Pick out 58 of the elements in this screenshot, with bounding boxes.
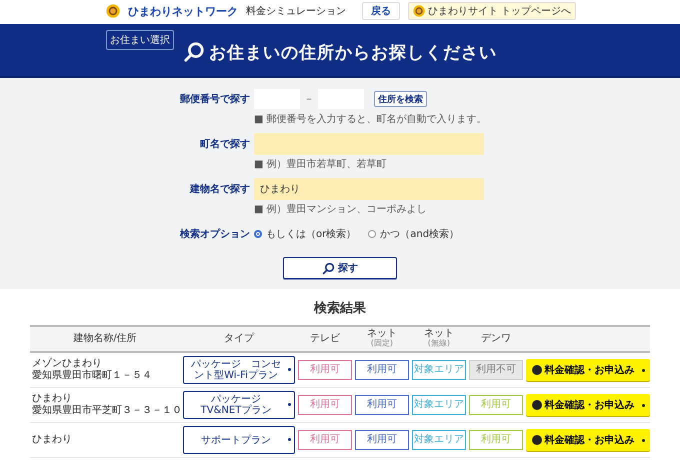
field-label: 建物名で探す <box>190 182 250 196</box>
back-button[interactable]: 戻る <box>362 2 400 20</box>
availability-badge: 利用可 <box>298 430 352 450</box>
availability-badge: 利用可 <box>469 395 523 415</box>
availability-badge: 利用可 <box>469 430 523 450</box>
radio-label[interactable]: かつ（and検索） <box>380 227 460 241</box>
column-header: ネット <box>367 329 397 339</box>
sunflower-icon <box>413 5 425 17</box>
column-note: (無線) <box>428 340 450 348</box>
field-label: 郵便番号で探す <box>180 92 250 106</box>
plan-button[interactable]: パッケージ コンセント型Wi-Fiプラン <box>183 356 295 384</box>
address-text: 愛知県豊田市曙町１－５４ <box>32 370 153 382</box>
building-name: ひまわり <box>32 393 73 404</box>
plan-button[interactable]: パッケージ TV&NETプラン <box>183 391 295 419</box>
availability-badge: 利用不可 <box>469 360 523 380</box>
hint-text: ■ 例）豊田市若草町、若草町 <box>254 158 388 171</box>
field-label: 検索オプション <box>180 227 250 241</box>
availability-badge: 対象エリア <box>412 430 466 450</box>
search-icon <box>322 262 335 274</box>
availability-badge: 対象エリア <box>412 360 466 380</box>
column-header: タイプ <box>224 334 254 344</box>
column-header: デンワ <box>481 334 511 344</box>
input-field[interactable]: ひまわり <box>254 178 484 200</box>
dash-separator: － <box>304 93 314 106</box>
column-header: テレビ <box>310 334 340 344</box>
availability-badge: 対象エリア <box>412 395 466 415</box>
page-heading: お住まいの住所からお探しください <box>209 42 497 64</box>
hint-text: ■ 郵便番号を入力すると、町名が自動で入ります。 <box>254 112 486 126</box>
search-icon <box>183 41 205 63</box>
radio-button[interactable] <box>254 230 262 238</box>
logo-text: ひまわりネットワーク <box>128 4 238 18</box>
search-button[interactable]: 探す <box>283 257 397 279</box>
results-title: 検索結果 <box>312 300 367 317</box>
radio-button[interactable] <box>368 230 376 238</box>
radio-label[interactable]: もしくは（or検索） <box>266 227 356 241</box>
availability-badge: 利用可 <box>298 395 352 415</box>
apply-button[interactable]: 料金確認・お申込み <box>526 359 650 381</box>
building-name: ひまわり <box>32 434 73 446</box>
hint-text: ■ 例）豊田マンション、コーポみよし <box>254 202 428 216</box>
apply-button[interactable]: 料金確認・お申込み <box>526 429 650 451</box>
address-text: 愛知県豊田市平芝町３－３－１０ <box>32 405 180 417</box>
availability-badge: 利用可 <box>298 360 352 380</box>
input-field[interactable] <box>254 133 484 155</box>
apply-button[interactable]: 料金確認・お申込み <box>526 394 650 416</box>
availability-badge: 利用可 <box>355 430 409 450</box>
page-title: 料金シミュレーション <box>246 4 346 18</box>
column-header: ネット <box>424 329 454 339</box>
column-note: (固定) <box>370 340 394 348</box>
availability-badge: 利用可 <box>355 360 409 380</box>
availability-badge: 利用可 <box>355 395 409 415</box>
top-page-button[interactable]: ひまわりサイト トップページへ <box>408 2 576 20</box>
field-label: 町名で探す <box>200 138 250 151</box>
sunflower-icon <box>106 4 120 18</box>
building-name: メゾンひまわり <box>32 358 103 370</box>
back-link-button[interactable]: お住まい選択 <box>106 30 174 50</box>
column-header: 建物名称/住所 <box>73 334 137 344</box>
address-search-button[interactable]: 住所を検索 <box>374 91 427 107</box>
plan-button[interactable]: サポートプラン <box>183 426 295 454</box>
